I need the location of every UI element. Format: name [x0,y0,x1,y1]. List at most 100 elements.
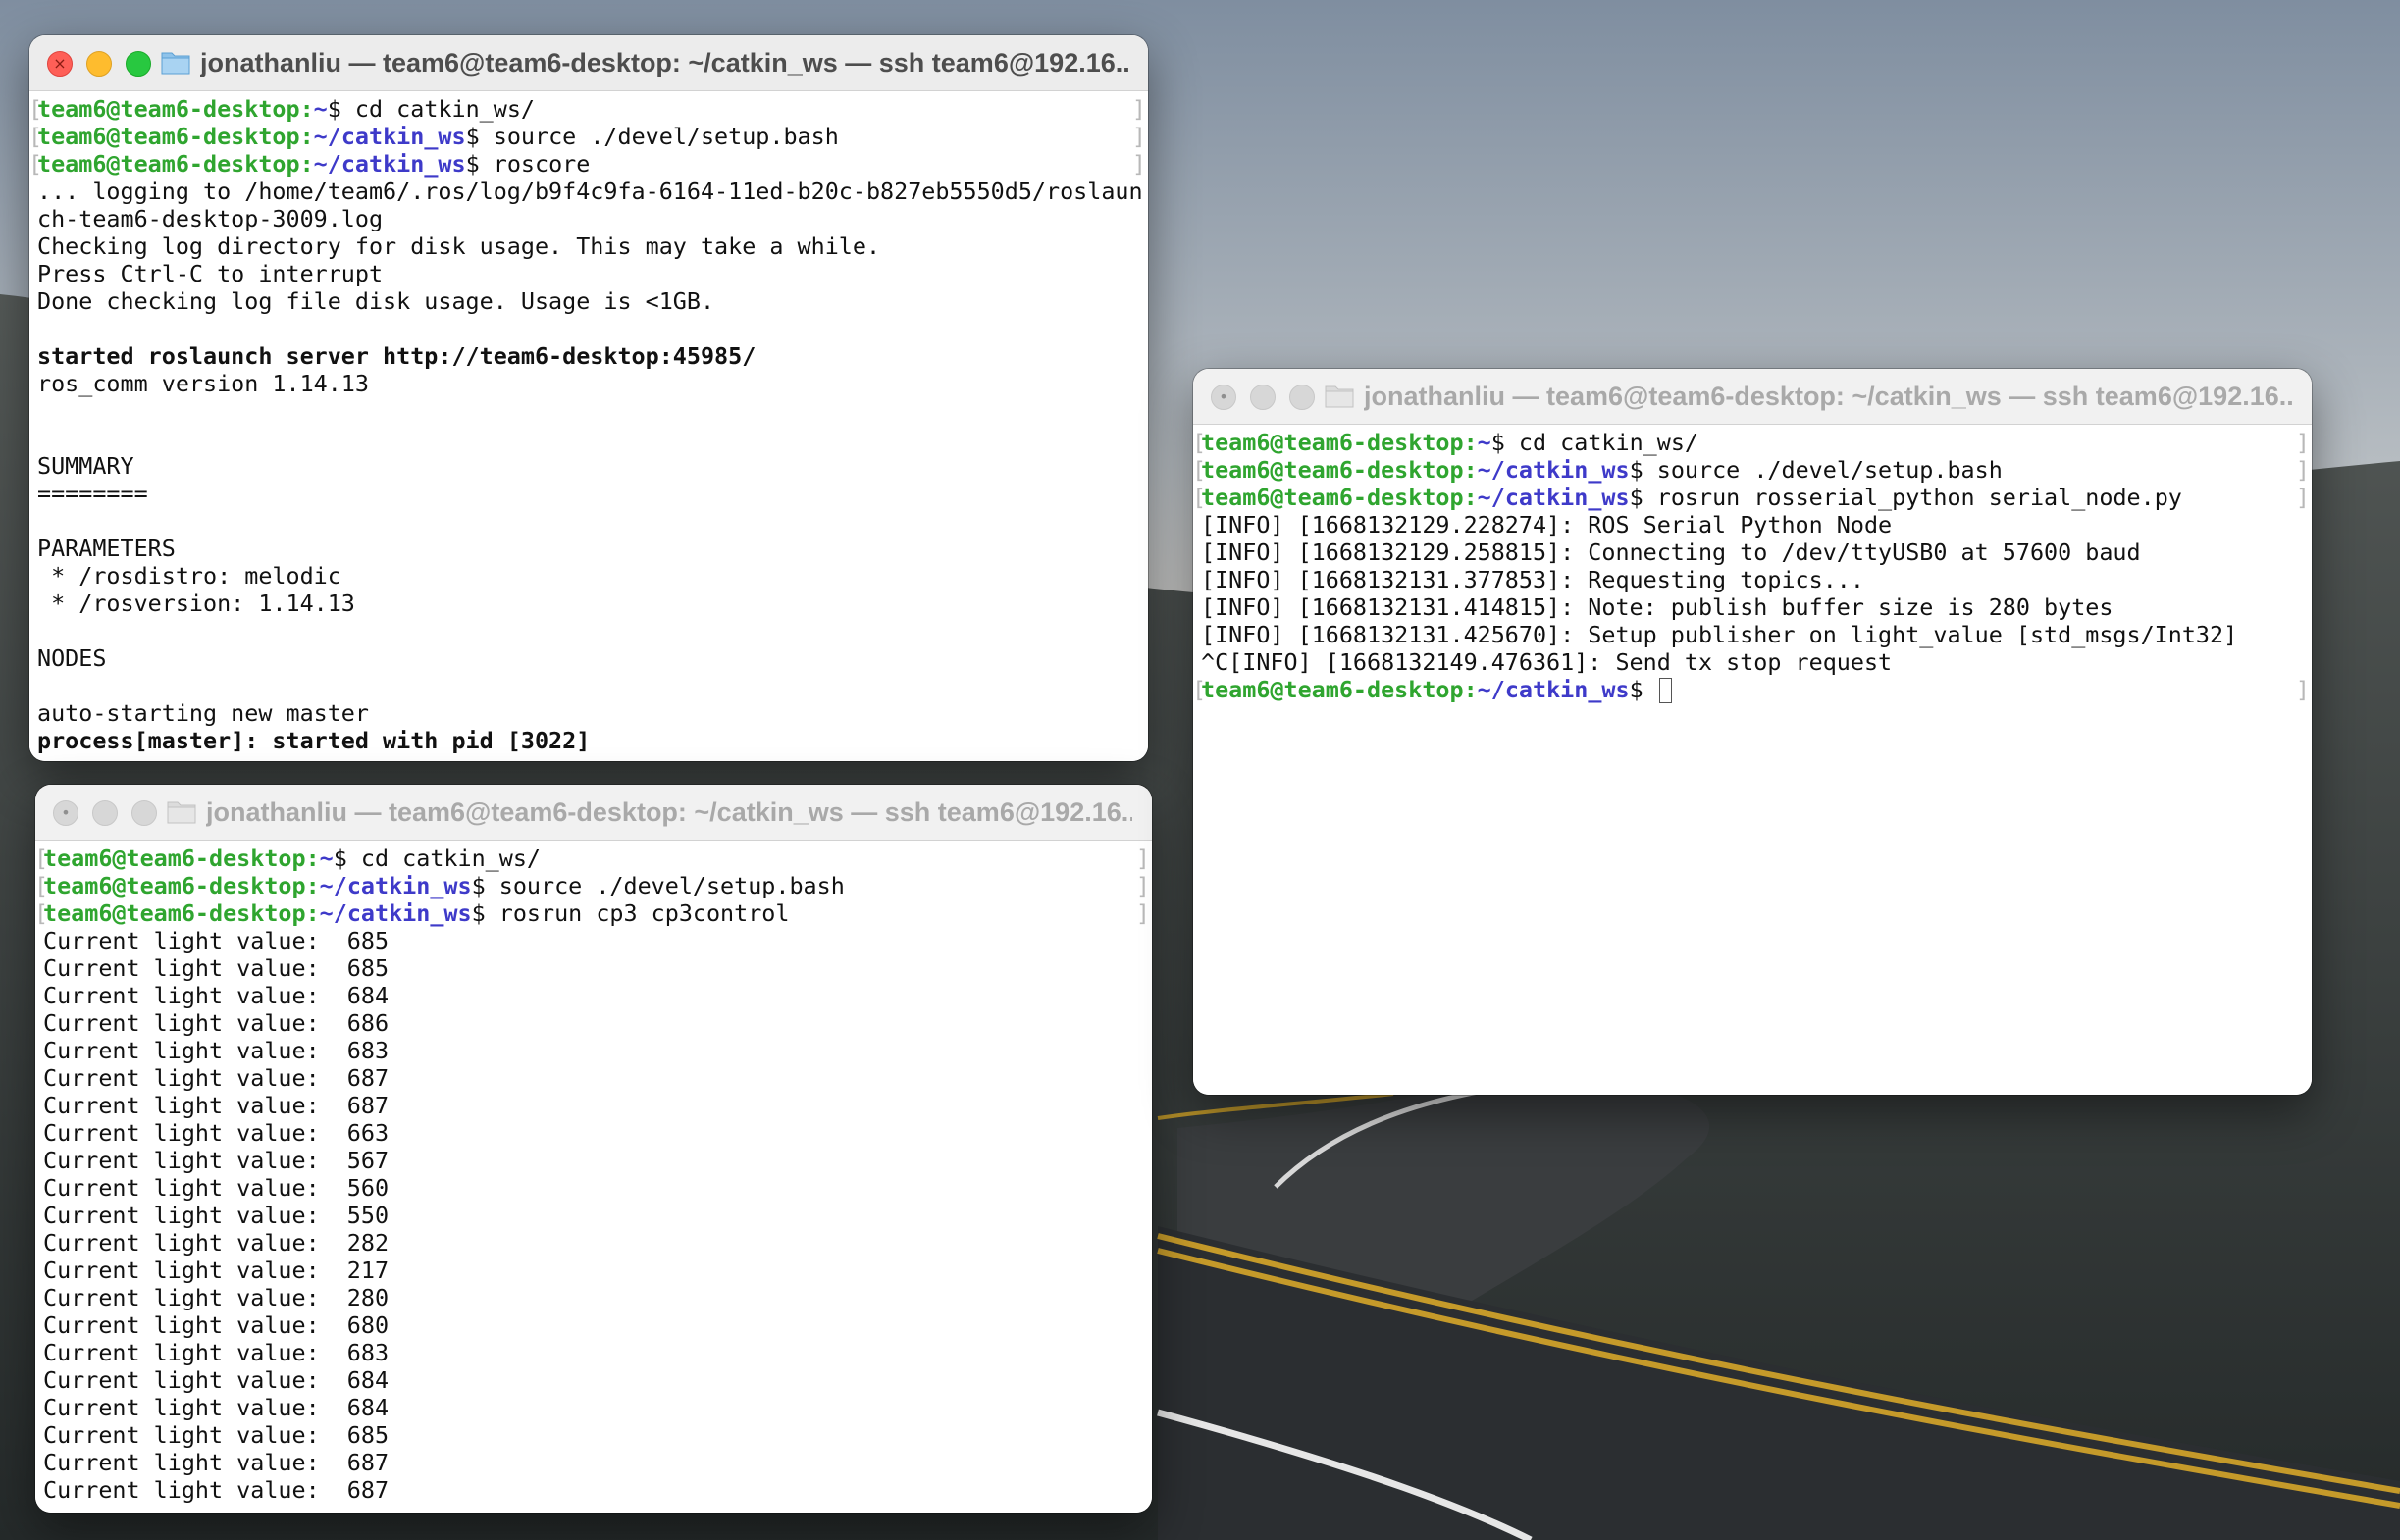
output-line: Current light value: 280 [43,1284,390,1311]
minimize-button[interactable] [1250,385,1276,410]
prompt-command: $ rosrun rosserial_python serial_node.py [1629,484,2182,511]
close-button[interactable]: • [1211,385,1236,410]
prompt-command: $ rosrun cp3 cp3control [471,899,790,927]
output-line: Current light value: 663 [43,1119,390,1147]
zoom-button[interactable] [131,800,157,826]
output-line: ... logging to /home/team6/.ros/log/b9f4… [37,178,1143,205]
output-line: [INFO] [1668132131.414815]: Note: publis… [1201,593,2113,621]
output-line: Current light value: 687 [43,1092,390,1119]
text-cursor[interactable] [1658,678,1672,703]
terminal-window-rosserial[interactable]: • jonathanliu — team6@team6-desktop: ~/c… [1193,369,2312,1095]
terminal-output[interactable]: team6@team6-desktop:~$ cd catkin_ws/team… [35,841,1152,1513]
prompt-user: team6@team6-desktop [43,872,306,899]
output-line: auto-starting new master [37,699,369,727]
close-button[interactable]: • [53,800,78,826]
window-title: jonathanliu — team6@team6-desktop: ~/cat… [206,797,1132,827]
folder-icon [161,52,190,75]
terminal-window-roscore[interactable]: × jonathanliu — team6@team6-desktop: ~/c… [29,35,1148,761]
prompt-line: team6@team6-desktop:~$ cd catkin_ws/ [29,95,1146,123]
output-line: Current light value: 560 [43,1174,390,1202]
window-title-bar[interactable]: • jonathanliu — team6@team6-desktop: ~/c… [35,785,1152,841]
prompt-path: ~/catkin_ws [1477,484,1630,511]
output-line: Current light value: 685 [43,927,390,954]
output-line: Current light value: 687 [43,1064,390,1092]
prompt-path: ~ [313,95,328,123]
prompt-separator: : [299,150,314,178]
terminal-lines: team6@team6-desktop:~$ cd catkin_ws/team… [29,95,1146,754]
output-line: Current light value: 684 [43,1394,390,1421]
output-line: ======== [37,480,148,507]
prompt-user: team6@team6-desktop [1201,429,1464,456]
prompt-path: ~/catkin_ws [319,872,472,899]
output-line: Current light value: 687 [43,1476,390,1504]
prompt-user: team6@team6-desktop [37,123,300,150]
prompt-separator: : [299,95,314,123]
output-line: Current light value: 685 [43,1421,390,1449]
prompt-user: team6@team6-desktop [1201,484,1464,511]
prompt-user: team6@team6-desktop [1201,456,1464,484]
window-title: jonathanliu — team6@team6-desktop: ~/cat… [1364,382,2292,411]
zoom-button[interactable] [126,51,151,77]
prompt-user: team6@team6-desktop [37,95,300,123]
prompt-command: $ roscore [465,150,591,178]
folder-icon [167,801,196,824]
output-line: Current light value: 684 [43,1366,390,1394]
minimize-button[interactable] [92,800,118,826]
terminal-output[interactable]: team6@team6-desktop:~$ cd catkin_ws/team… [1193,425,2312,1095]
prompt-command: $ [1629,676,1657,703]
prompt-line: team6@team6-desktop:~/catkin_ws$ source … [35,872,1150,899]
output-line: ^C[INFO] [1668132149.476361]: Send tx st… [1201,648,1893,676]
prompt-path: ~/catkin_ws [1477,456,1630,484]
output-line: NODES [37,644,107,672]
window-title-bar[interactable]: × jonathanliu — team6@team6-desktop: ~/c… [29,35,1148,91]
terminal-output[interactable]: team6@team6-desktop:~$ cd catkin_ws/team… [29,91,1148,761]
output-line: PARAMETERS [37,535,176,562]
prompt-separator: : [305,899,320,927]
close-button[interactable]: × [47,51,73,77]
prompt-command: $ cd catkin_ws/ [1490,429,1699,456]
output-line: [INFO] [1668132129.258815]: Connecting t… [1201,539,2141,566]
prompt-path: ~/catkin_ws [1477,676,1630,703]
output-line: Current light value: 687 [43,1449,390,1476]
output-line: Current light value: 685 [43,954,390,982]
output-line: Press Ctrl-C to interrupt [37,260,384,287]
zoom-button[interactable] [1289,385,1315,410]
output-line: Current light value: 686 [43,1009,390,1037]
close-icon: • [61,803,71,822]
prompt-user: team6@team6-desktop [43,845,306,872]
prompt-line: team6@team6-desktop:~/catkin_ws$ [1193,676,2310,703]
output-line: [INFO] [1668132131.425670]: Setup publis… [1201,621,2238,648]
close-icon: × [53,54,67,73]
terminal-window-cp3control[interactable]: • jonathanliu — team6@team6-desktop: ~/c… [35,785,1152,1513]
output-line: Current light value: 680 [43,1311,390,1339]
prompt-separator: : [305,845,320,872]
output-line: SUMMARY [37,452,134,480]
output-line: Current light value: 683 [43,1037,390,1064]
prompt-line: team6@team6-desktop:~/catkin_ws$ roscore [29,150,1146,178]
output-line: ros_comm version 1.14.13 [37,370,369,397]
output-line: [INFO] [1668132131.377853]: Requesting t… [1201,566,1864,593]
prompt-line: team6@team6-desktop:~/catkin_ws$ rosrun … [35,899,1150,927]
window-title: jonathanliu — team6@team6-desktop: ~/cat… [200,48,1128,77]
output-line: Current light value: 684 [43,982,390,1009]
prompt-command: $ source ./devel/setup.bash [465,123,839,150]
prompt-separator: : [1463,484,1478,511]
prompt-user: team6@team6-desktop [43,899,306,927]
output-line: ch-team6-desktop-3009.log [37,205,384,232]
folder-icon [1325,385,1354,408]
window-title-bar[interactable]: • jonathanliu — team6@team6-desktop: ~/c… [1193,369,2312,425]
prompt-path: ~/catkin_ws [313,150,466,178]
terminal-lines: team6@team6-desktop:~$ cd catkin_ws/team… [1193,429,2310,703]
output-line: Checking log directory for disk usage. T… [37,232,881,260]
output-line: * /rosdistro: melodic [37,562,341,590]
output-line: Current light value: 282 [43,1229,390,1257]
output-line: started roslaunch server http://team6-de… [37,342,757,370]
output-line: Current light value: 683 [43,1339,390,1366]
prompt-line: team6@team6-desktop:~/catkin_ws$ source … [1193,456,2310,484]
minimize-button[interactable] [86,51,112,77]
